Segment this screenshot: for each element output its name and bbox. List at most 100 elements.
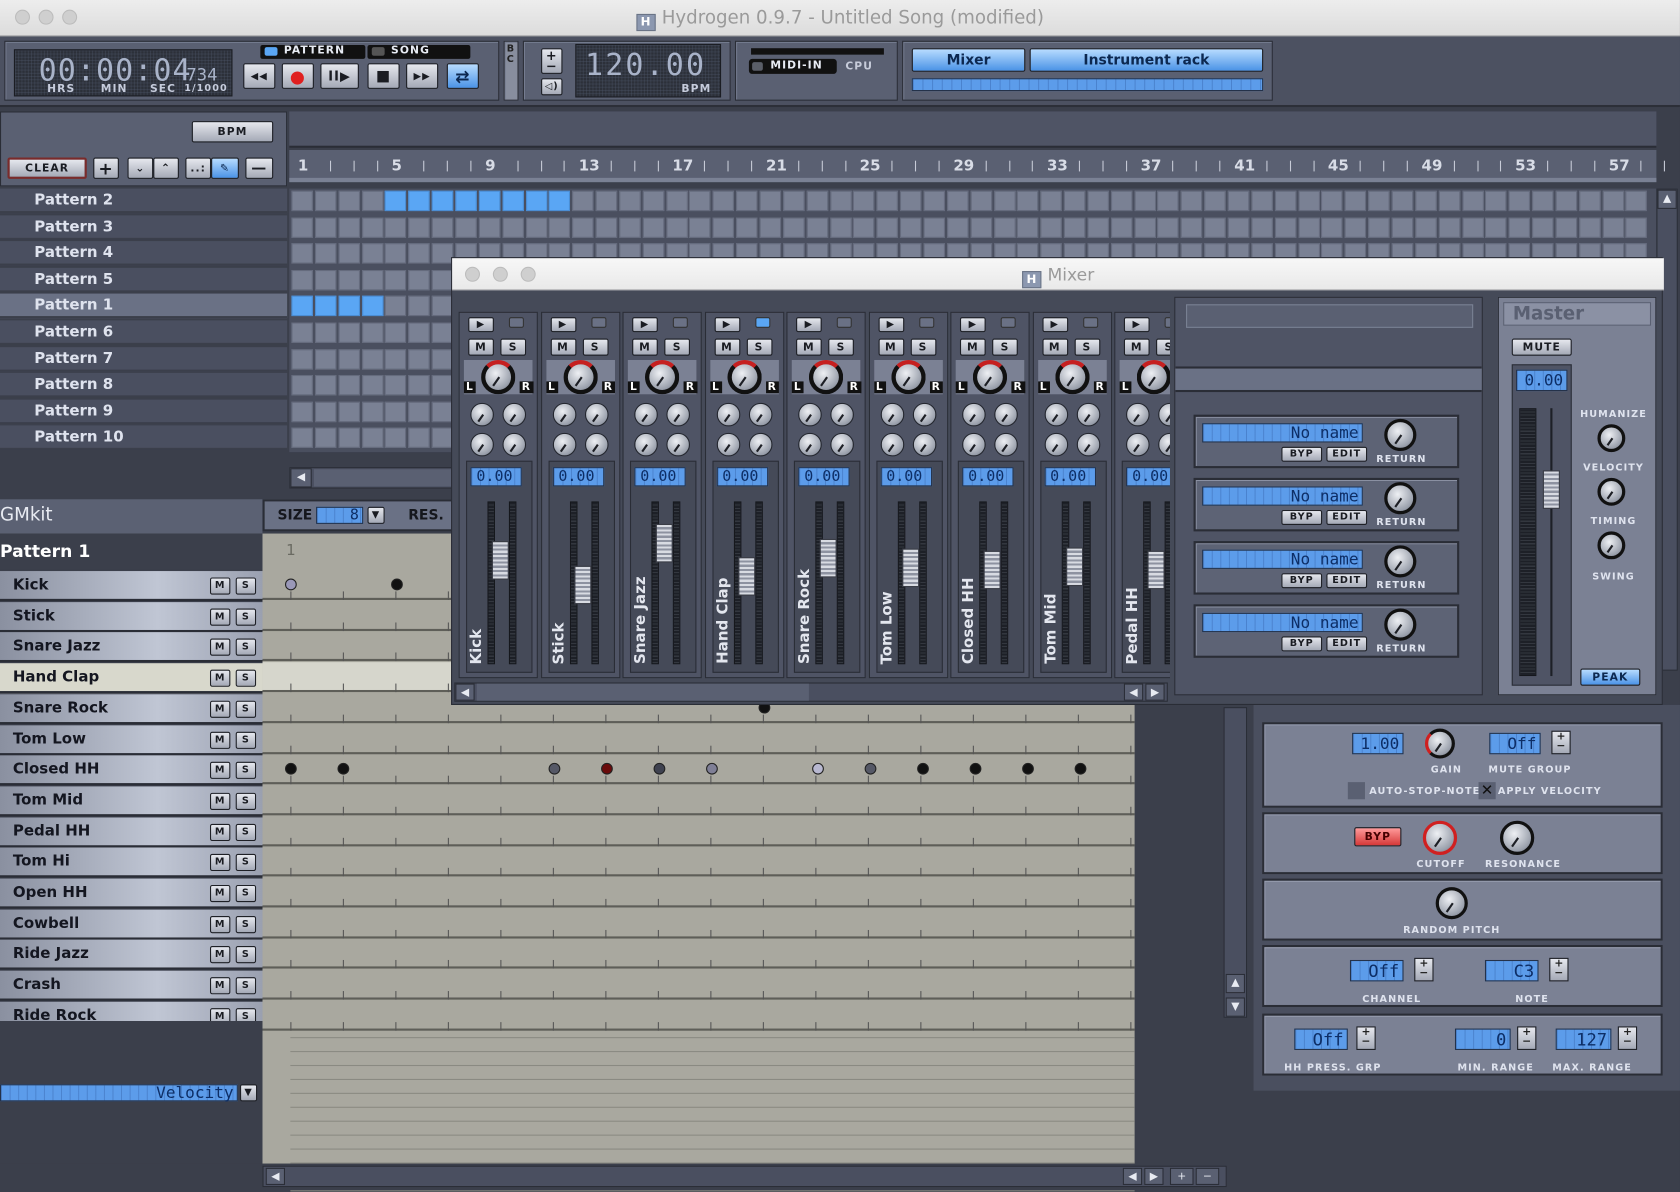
auto-stop-note-checkbox[interactable]	[1347, 782, 1365, 800]
mixer-scroll-left-button[interactable]: ◀	[455, 683, 475, 701]
song-cell[interactable]	[806, 217, 828, 238]
song-cell[interactable]	[1110, 217, 1133, 238]
song-cell[interactable]	[1017, 190, 1039, 212]
song-horizontal-scrollbar[interactable]: ◀	[289, 467, 461, 489]
apply-velocity-checkbox[interactable]: ✕	[1478, 782, 1496, 800]
min-range-spin[interactable]: + −	[1517, 1026, 1537, 1050]
instrument-solo-button[interactable]: S	[235, 638, 257, 657]
song-cell[interactable]	[291, 243, 313, 264]
song-cell[interactable]	[385, 269, 407, 291]
pattern-list-item[interactable]: Pattern 7	[0, 346, 288, 372]
song-cell[interactable]	[361, 348, 384, 370]
fx-send-knob[interactable]	[716, 432, 740, 457]
song-cell[interactable]	[361, 243, 384, 264]
song-cell[interactable]	[1063, 190, 1086, 212]
fx-send-knob[interactable]	[962, 432, 986, 457]
instrument-rack-toggle-button[interactable]: Instrument rack	[1029, 48, 1264, 72]
fx-send-knob[interactable]	[666, 402, 690, 427]
master-mute-button[interactable]: MUTE	[1511, 338, 1572, 356]
instrument-row[interactable]: Cowbell M S	[0, 909, 263, 940]
song-cell[interactable]	[1321, 217, 1343, 238]
song-cell[interactable]	[665, 190, 688, 212]
instrument-row[interactable]: Closed HH M S	[0, 755, 263, 786]
strip-mute-button[interactable]: M	[632, 338, 658, 356]
song-cell[interactable]	[993, 190, 1016, 212]
song-cell[interactable]	[502, 190, 524, 212]
strip-volume-fader[interactable]	[901, 548, 919, 588]
midi-note-spin[interactable]: + −	[1549, 957, 1569, 982]
song-cell[interactable]	[619, 190, 641, 212]
instrument-solo-button[interactable]: S	[235, 761, 257, 780]
fx-name[interactable]: No name	[1202, 549, 1363, 569]
song-ruler[interactable]: 1 5 9 13 17 21 25 29 33 37 41 45 49 53 57	[289, 149, 1666, 183]
pattern-list-item[interactable]: Pattern 3	[0, 214, 288, 240]
fx-send-knob[interactable]	[666, 432, 690, 457]
pattern-mode-toggle[interactable]: PATTERN	[260, 44, 366, 59]
random-pitch-knob[interactable]	[1435, 887, 1468, 920]
song-cell[interactable]	[338, 401, 360, 422]
fx-return-knob[interactable]	[1384, 418, 1417, 452]
strip-volume-fader[interactable]	[983, 551, 1001, 590]
fx-send-knob[interactable]	[1126, 432, 1150, 457]
song-cell[interactable]	[361, 269, 384, 291]
stop-button[interactable]: ■	[367, 63, 400, 89]
fx-send-knob[interactable]	[798, 432, 822, 457]
instrument-mute-button[interactable]: M	[209, 946, 231, 964]
max-range-spin[interactable]: + −	[1617, 1026, 1638, 1050]
strip-volume-fader[interactable]	[491, 541, 509, 580]
instrument-row[interactable]: Snare Rock M S	[0, 694, 263, 725]
fx-send-knob[interactable]	[716, 402, 740, 427]
bpm-automation-button[interactable]: BPM	[191, 121, 274, 143]
fx-return-knob[interactable]	[1384, 545, 1417, 578]
instrument-row[interactable]: Stick M S	[0, 601, 263, 632]
instrument-mute-button[interactable]: M	[209, 915, 231, 933]
instrument-solo-button[interactable]: S	[235, 1007, 257, 1022]
instrument-row[interactable]: Open HH M S	[0, 878, 263, 909]
fx-send-knob[interactable]	[552, 432, 576, 457]
pattern-scroll-left-button[interactable]: ◀	[265, 1167, 285, 1185]
fx-send-knob[interactable]	[584, 432, 609, 457]
strip-volume-fader[interactable]	[1065, 547, 1083, 586]
strip-mute-button[interactable]: M	[1041, 338, 1068, 356]
gain-knob[interactable]	[1424, 728, 1455, 759]
song-cell[interactable]	[338, 296, 360, 317]
song-cell[interactable]	[361, 427, 384, 449]
song-cell[interactable]	[1274, 217, 1297, 238]
song-cell[interactable]	[1110, 190, 1133, 212]
song-cell[interactable]	[1602, 217, 1624, 238]
instrument-row[interactable]: Kick M S	[0, 571, 263, 602]
song-cell[interactable]	[1087, 217, 1109, 238]
strip-play-sample-button[interactable]: ▶	[959, 317, 986, 333]
song-cell[interactable]	[736, 190, 758, 212]
song-cell[interactable]	[385, 375, 407, 396]
song-cell[interactable]	[385, 348, 407, 370]
instrument-row[interactable]: Snare Jazz M S	[0, 632, 263, 663]
strip-mute-button[interactable]: M	[796, 338, 822, 356]
strip-pan-knob[interactable]	[972, 359, 1008, 395]
song-cell[interactable]	[1157, 217, 1180, 238]
song-cell[interactable]	[314, 348, 337, 370]
song-cell[interactable]	[408, 217, 430, 238]
song-cell[interactable]	[291, 190, 313, 212]
song-cell[interactable]	[876, 190, 899, 212]
fx-bypass-button[interactable]: BYP	[1281, 509, 1323, 525]
strip-solo-button[interactable]: S	[746, 338, 772, 356]
song-cell[interactable]	[829, 190, 852, 212]
record-button[interactable]: ●	[281, 63, 314, 89]
mixer-scroll-left2-button[interactable]: ◀	[1123, 683, 1144, 701]
fx-send-knob[interactable]	[994, 402, 1018, 427]
song-cell[interactable]	[338, 322, 360, 343]
zoom-in-button[interactable]: +	[1169, 1167, 1194, 1185]
strip-mute-button[interactable]: M	[1123, 338, 1150, 356]
instrument-row[interactable]: Tom Low M S	[0, 724, 263, 755]
instrument-row[interactable]: Ride Jazz M S	[0, 940, 263, 971]
instrument-solo-button[interactable]: S	[235, 669, 257, 687]
instrument-solo-button[interactable]: S	[235, 915, 257, 933]
instrument-mute-button[interactable]: M	[209, 577, 231, 595]
song-cell[interactable]	[1040, 217, 1062, 238]
song-cell[interactable]	[642, 217, 665, 238]
song-cell[interactable]	[338, 269, 360, 291]
pattern-list-item[interactable]: Pattern 1	[0, 293, 288, 319]
song-cell[interactable]	[689, 190, 711, 212]
strip-play-sample-button[interactable]: ▶	[1041, 317, 1068, 333]
